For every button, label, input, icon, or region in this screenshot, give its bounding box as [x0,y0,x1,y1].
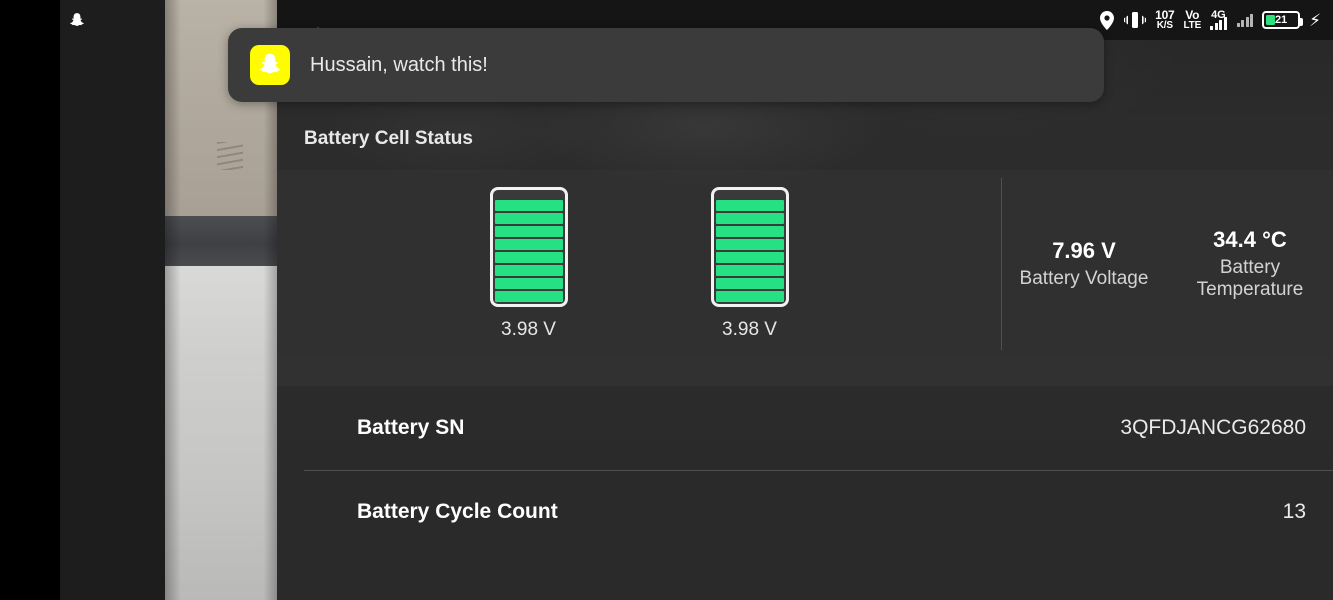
row-value-battery-cycle-count: 13 [1282,500,1306,523]
snapchat-notification-banner[interactable]: Hussain, watch this! [228,28,1104,102]
metric-battery-temperature: 34.4 °C Battery Temperature [1170,227,1329,301]
battery-cell-panel: 3.98 V 3.98 V 7.96 V Battery Voltage 34.… [277,170,1333,357]
battery-metrics-group: 7.96 V Battery Voltage 34.4 °C Battery T… [1001,170,1333,357]
battery-temperature-caption: Battery Temperature [1196,256,1304,300]
snapchat-ghost-icon [259,53,281,74]
table-row[interactable]: Battery Cycle Count 13 [277,470,1333,554]
notification-text: Hussain, watch this! [310,53,488,76]
battery-cells-group: 3.98 V 3.98 V [277,170,1001,357]
row-key-battery-sn: Battery SN [357,416,465,439]
snapchat-app-icon [250,45,290,85]
battery-percent-label: 21 [1274,14,1288,26]
snapchat-notification-icon [70,13,84,26]
battery-info-rows: Battery SN 3QFDJANCG62680 Battery Cycle … [277,386,1333,554]
screen-root: 107 K/S Vo LTE 4G 21 ⚡ Battery Cell Stat… [0,0,1333,600]
signal-bars-icon-2 [1236,13,1254,27]
battery-cell-graphic [489,186,568,307]
row-key-battery-cycle-count: Battery Cycle Count [357,500,558,523]
metrics-divider [1001,178,1002,350]
battery-temperature-value: 34.4 °C [1213,226,1287,252]
row-divider [304,470,1333,471]
battery-voltage-caption: Battery Voltage [1019,267,1149,289]
battery-cell-graphic [710,186,789,307]
table-row[interactable]: Battery SN 3QFDJANCG62680 [277,386,1333,470]
metric-battery-voltage: 7.96 V Battery Voltage [1004,238,1163,290]
battery-voltage-value: 7.96 V [1052,237,1116,263]
status-notification-gutter [60,0,165,600]
section-title-battery-cell-status: Battery Cell Status [304,128,473,149]
row-value-battery-sn: 3QFDJANCG62680 [1120,416,1306,439]
battery-cell-voltage-label: 3.98 V [501,318,556,340]
panel-gap-band [277,357,1333,386]
battery-cell: 3.98 V [710,186,789,341]
left-black-gutter [0,0,60,600]
battery-cell: 3.98 V [489,186,568,341]
battery-cell-voltage-label: 3.98 V [722,318,777,340]
